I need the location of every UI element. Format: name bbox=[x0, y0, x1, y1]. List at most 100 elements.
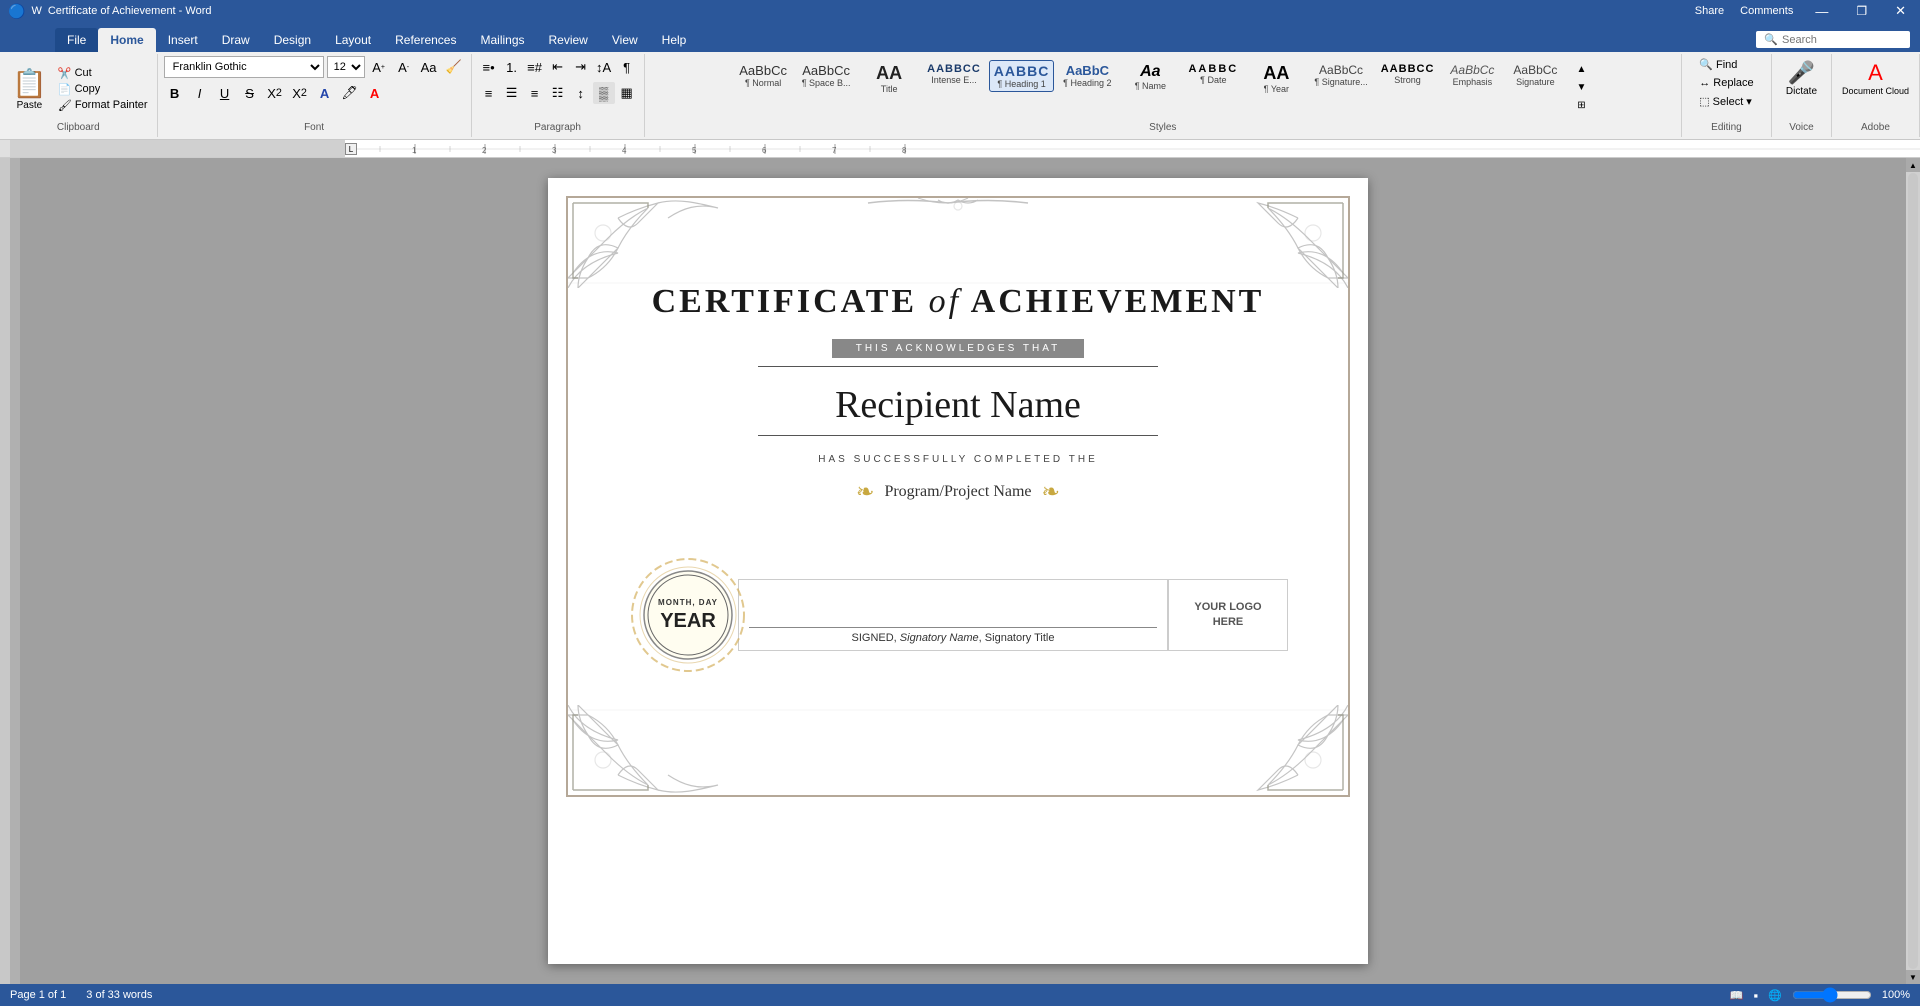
replace-icon: ↔ bbox=[1699, 77, 1710, 89]
align-left-button[interactable]: ≡ bbox=[478, 82, 500, 104]
print-layout-icon[interactable]: ▪ bbox=[1754, 988, 1759, 1003]
editing-group: 🔍 Find ↔ Replace ⬚ Select ▾ Editing bbox=[1682, 54, 1772, 137]
signature-area[interactable]: SIGNED, Signatory Name, Signatory Title bbox=[738, 579, 1168, 651]
copy-button[interactable]: 📄 Copy bbox=[55, 82, 151, 97]
recipient-name[interactable]: Recipient Name bbox=[835, 383, 1081, 427]
format-painter-button[interactable]: 🖌 Format Painter bbox=[55, 98, 151, 113]
clear-format-button[interactable]: 🧹 bbox=[443, 56, 465, 78]
dictate-button[interactable]: 🎤 Dictate bbox=[1782, 56, 1821, 101]
tab-references[interactable]: References bbox=[383, 28, 468, 52]
adobe-button[interactable]: A Document Cloud bbox=[1838, 56, 1913, 100]
tab-view[interactable]: View bbox=[600, 28, 650, 52]
text-highlight-button[interactable]: 🖊 bbox=[339, 82, 361, 104]
scroll-thumb[interactable] bbox=[1908, 173, 1918, 969]
style-normal[interactable]: AaBbCc ¶ Normal bbox=[733, 60, 793, 91]
replace-button[interactable]: ↔ Replace bbox=[1695, 75, 1757, 91]
style-heading2[interactable]: AaBbC ¶ Heading 2 bbox=[1057, 60, 1117, 91]
page-info: Page 1 of 1 bbox=[10, 989, 66, 1001]
style-heading1[interactable]: AABBC ¶ Heading 1 bbox=[989, 60, 1055, 92]
flourish-left: ❧ bbox=[856, 479, 874, 505]
align-center-button[interactable]: ☰ bbox=[501, 82, 523, 104]
restore-button[interactable]: ❐ bbox=[1850, 4, 1873, 18]
increase-indent-button[interactable]: ⇥ bbox=[570, 56, 592, 78]
select-button[interactable]: ⬚ Select ▾ bbox=[1695, 93, 1756, 110]
justify-button[interactable]: ☷ bbox=[547, 82, 569, 104]
underline-button[interactable]: U bbox=[214, 82, 236, 104]
web-view-icon[interactable]: 🌐 bbox=[1768, 989, 1782, 1002]
tab-file[interactable]: File bbox=[55, 28, 98, 52]
read-mode-icon[interactable]: 📖 bbox=[1730, 989, 1744, 1002]
tab-design[interactable]: Design bbox=[262, 28, 323, 52]
style-intense-emphasis[interactable]: AABBCC Intense E... bbox=[922, 60, 986, 88]
adobe-group-label: Adobe bbox=[1861, 122, 1890, 135]
superscript-button[interactable]: X2 bbox=[289, 82, 311, 104]
style-date[interactable]: AABBC ¶ Date bbox=[1183, 60, 1243, 88]
bullets-button[interactable]: ≡• bbox=[478, 56, 500, 78]
font-shrink-button[interactable]: A- bbox=[393, 56, 415, 78]
paste-button[interactable]: 📋 Paste bbox=[6, 65, 53, 113]
share-button[interactable]: Share bbox=[1695, 5, 1724, 17]
bold-button[interactable]: B bbox=[164, 82, 186, 104]
svg-text:2: 2 bbox=[482, 146, 487, 155]
style-signature2[interactable]: AaBbCc Signature bbox=[1505, 60, 1565, 90]
style-name[interactable]: Aa ¶ Name bbox=[1120, 60, 1180, 94]
style-year[interactable]: AA ¶ Year bbox=[1246, 60, 1306, 97]
tab-review[interactable]: Review bbox=[537, 28, 600, 52]
tab-mailings[interactable]: Mailings bbox=[468, 28, 536, 52]
scroll-up-button[interactable]: ▲ bbox=[1906, 158, 1920, 172]
text-effects-button[interactable]: A bbox=[314, 82, 336, 104]
align-right-button[interactable]: ≡ bbox=[524, 82, 546, 104]
main-area: CERTIFICATE of ACHIEVEMENT THIS ACKNOWLE… bbox=[0, 158, 1920, 984]
zoom-slider[interactable] bbox=[1792, 987, 1872, 1003]
status-bar: Page 1 of 1 3 of 33 words 📖 ▪ 🌐 100% bbox=[0, 984, 1920, 1006]
search-input[interactable] bbox=[1782, 34, 1902, 46]
tab-draw[interactable]: Draw bbox=[210, 28, 262, 52]
change-case-button[interactable]: Aa bbox=[418, 56, 440, 78]
logo-area[interactable]: YOUR LOGO HERE bbox=[1168, 579, 1288, 651]
vertical-scrollbar[interactable]: ▲ ▼ bbox=[1906, 158, 1920, 984]
borders-button[interactable]: ▦ bbox=[616, 82, 638, 104]
app-icon: W bbox=[31, 5, 41, 17]
style-signature[interactable]: AaBbCc ¶ Signature... bbox=[1309, 60, 1372, 90]
style-title[interactable]: AA Title bbox=[859, 60, 919, 97]
tab-home[interactable]: Home bbox=[98, 28, 155, 52]
styles-scroll-down[interactable]: ▼ bbox=[1570, 78, 1592, 96]
styles-expand[interactable]: ⊞ bbox=[1570, 96, 1592, 114]
find-button[interactable]: 🔍 Find bbox=[1695, 56, 1741, 73]
show-formatting-button[interactable]: ¶ bbox=[616, 56, 638, 78]
style-space-before[interactable]: AaBbCc ¶ Space B... bbox=[796, 60, 856, 91]
tab-help[interactable]: Help bbox=[650, 28, 699, 52]
minimize-button[interactable]: — bbox=[1809, 4, 1834, 19]
font-grow-button[interactable]: A+ bbox=[368, 56, 390, 78]
sort-button[interactable]: ↕A bbox=[593, 56, 615, 78]
svg-text:7: 7 bbox=[832, 146, 837, 155]
style-emphasis[interactable]: AaBbCc Emphasis bbox=[1442, 60, 1502, 90]
search-icon: 🔍 bbox=[1764, 33, 1778, 46]
svg-text:MONTH, DAY: MONTH, DAY bbox=[658, 598, 718, 607]
paragraph-group-label: Paragraph bbox=[534, 122, 581, 135]
tab-insert[interactable]: Insert bbox=[156, 28, 210, 52]
strikethrough-button[interactable]: S bbox=[239, 82, 261, 104]
font-color-button[interactable]: A bbox=[364, 82, 386, 104]
styles-scroll-up[interactable]: ▲ bbox=[1570, 60, 1592, 78]
shading-button[interactable]: ▒ bbox=[593, 82, 615, 104]
close-button[interactable]: ✕ bbox=[1889, 3, 1912, 19]
cut-button[interactable]: ✂️ Cut bbox=[55, 66, 151, 81]
line-spacing-button[interactable]: ↕ bbox=[570, 82, 592, 104]
ribbon-body: 📋 Paste ✂️ Cut 📄 Copy 🖌 Format Painter C… bbox=[0, 52, 1920, 140]
font-size-select[interactable]: 12 bbox=[327, 56, 365, 78]
comments-button[interactable]: Comments bbox=[1740, 5, 1793, 17]
font-name-select[interactable]: Franklin Gothic bbox=[164, 56, 324, 78]
italic-button[interactable]: I bbox=[189, 82, 211, 104]
program-name[interactable]: Program/Project Name bbox=[884, 483, 1031, 501]
subscript-button[interactable]: X2 bbox=[264, 82, 286, 104]
tab-layout[interactable]: Layout bbox=[323, 28, 383, 52]
scroll-down-button[interactable]: ▼ bbox=[1906, 970, 1920, 984]
decrease-indent-button[interactable]: ⇤ bbox=[547, 56, 569, 78]
numbering-button[interactable]: 1. bbox=[501, 56, 523, 78]
multilevel-list-button[interactable]: ≡# bbox=[524, 56, 546, 78]
certificate-bottom: MONTH, DAY YEAR SIGNED, Signatory Name, … bbox=[628, 555, 1288, 675]
style-strong[interactable]: AABBCC Strong bbox=[1376, 60, 1440, 88]
svg-text:1: 1 bbox=[412, 146, 417, 155]
document-area[interactable]: CERTIFICATE of ACHIEVEMENT THIS ACKNOWLE… bbox=[10, 158, 1906, 984]
